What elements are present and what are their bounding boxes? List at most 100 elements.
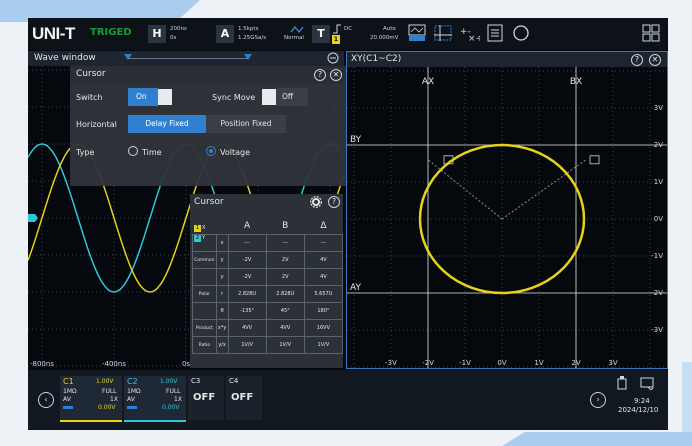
memory-position-bar (128, 58, 248, 59)
c1-bandwidth: FULL (102, 388, 117, 395)
table-row: Product x*y 4VV 4VV 16VV (192, 319, 344, 337)
switch-value: On (128, 88, 158, 106)
type-time-label: Time (142, 148, 162, 157)
help-icon[interactable]: ? (631, 54, 643, 66)
layout-menu-icon[interactable] (640, 23, 662, 43)
trigger-mode[interactable]: Auto (383, 26, 396, 33)
xy-x-tick-label: 3V (608, 359, 617, 367)
cursor-icon[interactable] (432, 23, 454, 43)
switch-knob (158, 89, 172, 105)
math-icon[interactable]: +- ×÷ (458, 23, 483, 44)
bottom-channel-bar: ‹ C1 1.00V 1MΩ FULL AV 1X 0.00V C2 1.00V… (28, 370, 668, 430)
row-group: Ratio (192, 336, 217, 354)
c2-probe: 1X (174, 396, 182, 403)
measure-icon[interactable] (406, 23, 428, 43)
scroll-right-icon[interactable]: › (590, 392, 606, 408)
cell-label: y/x (215, 336, 229, 354)
c2-bandwidth: FULL (166, 388, 181, 395)
storage-icon[interactable] (616, 376, 628, 390)
cell-b: 2V (265, 251, 305, 269)
cell-a: 2.828U (227, 285, 267, 303)
type-voltage-radio[interactable] (206, 146, 216, 156)
svg-text:×÷: ×÷ (468, 34, 480, 43)
c1-name: C1 (63, 377, 74, 386)
close-icon[interactable]: ✕ (330, 69, 342, 81)
help-icon[interactable]: ? (314, 69, 326, 81)
ch2-ground-marker (28, 214, 38, 222)
xy-x-tick-label: -1V (459, 359, 471, 367)
c1-coupling: AV (63, 396, 71, 403)
switch-toggle[interactable]: On (128, 88, 174, 106)
table-row: θ -135° 45° 180° (192, 302, 344, 320)
trigger-coupling[interactable]: DC (344, 26, 352, 33)
screenshot-icon[interactable] (640, 376, 654, 391)
trigger-key[interactable]: T (312, 25, 330, 43)
acquire-mode-icon (290, 26, 304, 33)
table-row: y -2V 2V 4V (192, 268, 344, 286)
horizontal-label: Horizontal (76, 120, 117, 129)
cell-d: 4V (303, 268, 344, 286)
memory-depth[interactable]: 1.5kpts (238, 26, 258, 33)
type-label: Type (76, 148, 95, 157)
cell-label: y (215, 268, 229, 286)
sync-move-toggle[interactable]: Off (262, 88, 308, 106)
type-time-radio[interactable] (128, 146, 138, 156)
cursor-dialog-title: Cursor (76, 69, 106, 79)
acquire-mode[interactable]: Normal (284, 35, 304, 42)
cursor-measure-table: A B Δ x --- --- --- Common y -2V 2V 4V y -2V 2V 4V Po… (192, 218, 344, 354)
c2-offset: 0.00V (162, 404, 180, 411)
horizontal-key[interactable]: H (148, 25, 166, 43)
cell-a: -135° (227, 302, 267, 320)
horizontal-option-position-fixed[interactable]: Position Fixed (206, 115, 286, 133)
channel-card-c2[interactable]: C2 1.00V 1MΩ FULL AV 1X 0.00V (124, 376, 186, 422)
scroll-left-icon[interactable]: ‹ (38, 392, 54, 408)
time-offset[interactable]: 0s (170, 35, 176, 42)
close-icon[interactable]: ✕ (649, 54, 661, 66)
xy-y-tick-label: 0V (654, 215, 663, 223)
rising-edge-icon (333, 24, 341, 34)
trigger-position-marker-icon (244, 54, 252, 60)
help-icon[interactable]: ? (328, 196, 340, 208)
xy-window[interactable]: XY(C1~C2) ? ✕ AX BX BY AY -3V -2V -1V 0V 1V 2V 3V 3… (346, 51, 668, 369)
c2-scale: 1.00V (160, 378, 178, 385)
brand-logo: UNI-T (32, 24, 75, 43)
cell-d: --- (303, 234, 344, 252)
row-group (192, 268, 217, 286)
sample-rate[interactable]: 1.25GSa/s (238, 35, 266, 42)
clock-time: 9:24 (634, 397, 650, 405)
cursor-label-ax: AX (422, 77, 434, 87)
c4-state: OFF (231, 392, 254, 403)
xy-window-title-bar: XY(C1~C2) ? ✕ (347, 52, 667, 67)
search-icon[interactable] (510, 23, 532, 43)
row-group (192, 302, 217, 320)
polar-line-a (427, 159, 503, 220)
xy-y-tick-label: 3V (654, 104, 663, 112)
xy-plot: AX BX BY AY -3V -2V -1V 0V 1V 2V 3V 3V 2V 1V 0V -1V -2V -… (347, 67, 667, 368)
wave-x-tick-label: -400ns (102, 360, 126, 368)
channel-card-c4[interactable]: C4 OFF (226, 376, 262, 420)
xy-y-tick-label: -1V (651, 252, 663, 260)
row-group (192, 234, 217, 252)
col-delta-header: Δ (320, 221, 327, 231)
cell-d: 1V/V (303, 336, 344, 354)
xy-x-tick-label: -2V (422, 359, 434, 367)
channel-card-c1[interactable]: C1 1.00V 1MΩ FULL AV 1X 0.00V (60, 376, 122, 422)
wave-x-tick-label: -800ns (30, 360, 54, 368)
cell-b: 4VV (265, 319, 305, 337)
zoom-icon[interactable] (327, 52, 339, 64)
col-a-header: A (244, 221, 251, 231)
cell-d: 180° (303, 302, 344, 320)
sync-move-knob (262, 89, 276, 105)
time-base[interactable]: 200ns (170, 26, 187, 33)
document-icon[interactable] (484, 23, 506, 43)
acquire-key[interactable]: A (216, 25, 234, 43)
settings-icon[interactable] (310, 196, 322, 208)
channel-card-c3[interactable]: C3 OFF (188, 376, 224, 420)
c2-coupling: AV (127, 396, 135, 403)
col-b-header: B (282, 221, 289, 231)
cell-b: 2.828U (265, 285, 305, 303)
trigger-level[interactable]: 20.000mV (370, 35, 398, 42)
horizontal-option-delay-fixed[interactable]: Delay Fixed (128, 115, 206, 133)
c3-name: C3 (191, 377, 201, 385)
xy-y-tick-label: 1V (654, 178, 663, 186)
